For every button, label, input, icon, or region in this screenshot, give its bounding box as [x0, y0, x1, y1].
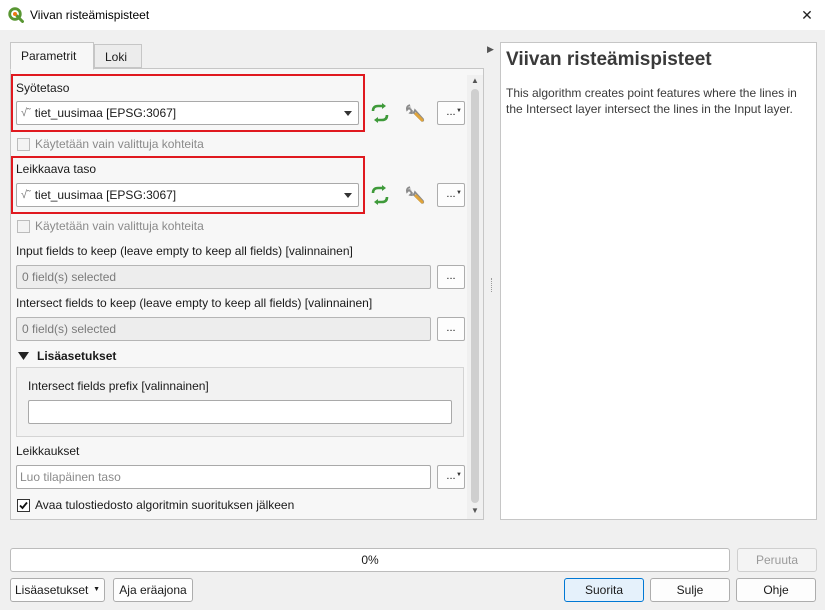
intersect-fields-label: Intersect fields to keep (leave empty to… — [16, 296, 373, 310]
tab-parameters[interactable]: Parametrit — [10, 42, 94, 70]
line-layer-icon: √˜ — [21, 107, 31, 119]
window-title: Viivan risteämispisteet — [30, 8, 150, 22]
collapse-help-icon[interactable]: ▶ — [487, 44, 494, 55]
intersect-layer-settings-button[interactable] — [402, 182, 428, 208]
parameters-panel — [10, 68, 484, 520]
advanced-menu-button[interactable]: Lisäasetukset ▼ — [10, 578, 105, 602]
iterate-input-button[interactable] — [367, 100, 393, 126]
advanced-menu-label: Lisäasetukset — [15, 583, 89, 597]
intersect-layer-value: tiet_uusimaa [EPSG:3067] — [34, 188, 177, 202]
chevron-down-icon — [344, 111, 352, 116]
intersect-selected-only-label: Käytetään vain valittuja kohteita — [35, 219, 204, 233]
qgis-logo-icon — [8, 7, 24, 26]
intersect-layer-more-button[interactable]: ... ▼ — [437, 183, 465, 207]
chevron-down-icon: ▼ — [93, 586, 100, 593]
input-layer-settings-button[interactable] — [402, 100, 428, 126]
panel-splitter[interactable] — [491, 278, 493, 292]
prefix-label: Intersect fields prefix [valinnainen] — [28, 379, 209, 393]
progress-bar: 0% — [10, 548, 730, 572]
input-fields-label: Input fields to keep (leave empty to kee… — [16, 244, 353, 258]
iterate-icon — [371, 103, 389, 123]
more-label: ... — [446, 188, 456, 200]
input-layer-value: tiet_uusimaa [EPSG:3067] — [34, 106, 177, 120]
chevron-down-icon — [344, 193, 352, 198]
help-text: This algorithm creates point features wh… — [506, 86, 797, 116]
input-layer-combo[interactable]: √˜ tiet_uusimaa [EPSG:3067] — [16, 101, 359, 125]
open-output-checkbox[interactable] — [17, 499, 30, 512]
small-arrow-icon: ▼ — [456, 108, 462, 114]
title-bar: Viivan risteämispisteet ✕ — [0, 0, 825, 30]
intersect-fields-more-button[interactable]: ... — [437, 317, 465, 341]
small-arrow-icon: ▼ — [456, 190, 462, 196]
tab-log[interactable]: Loki — [94, 44, 142, 68]
parameters-scrollbar[interactable]: ▲ ▼ — [467, 75, 483, 519]
iterate-icon — [371, 185, 389, 205]
intersect-fields-value[interactable]: 0 field(s) selected — [16, 317, 431, 341]
input-selected-only-checkbox[interactable] — [17, 138, 30, 151]
scroll-up-icon[interactable]: ▲ — [471, 76, 479, 85]
intersect-layer-label: Leikkaava taso — [16, 162, 97, 176]
more-label: ... — [446, 470, 456, 482]
help-title: Viivan risteämispisteet — [506, 49, 712, 70]
output-more-button[interactable]: ... ▼ — [437, 465, 465, 489]
batch-button[interactable]: Aja eräajona — [113, 578, 193, 602]
help-button[interactable]: Ohje — [736, 578, 816, 602]
more-label: ... — [446, 270, 456, 282]
advanced-label: Lisäasetukset — [37, 349, 117, 363]
input-fields-value[interactable]: 0 field(s) selected — [16, 265, 431, 289]
more-label: ... — [446, 106, 456, 118]
output-label: Leikkaukset — [16, 444, 80, 458]
intersect-layer-combo[interactable]: √˜ tiet_uusimaa [EPSG:3067] — [16, 183, 359, 207]
intersect-selected-only-checkbox[interactable] — [17, 220, 30, 233]
prefix-input[interactable] — [28, 400, 452, 424]
more-label: ... — [446, 322, 456, 334]
small-arrow-icon: ▼ — [456, 472, 462, 478]
help-panel: Viivan risteämispisteet This algorithm c… — [500, 42, 817, 520]
scroll-down-icon[interactable]: ▼ — [471, 506, 479, 515]
close-button[interactable]: Sulje — [650, 578, 730, 602]
progress-label: 0% — [361, 553, 379, 567]
open-output-label: Avaa tulostiedosto algoritmin suoritukse… — [35, 498, 295, 512]
output-input[interactable]: Luo tilapäinen taso — [16, 465, 431, 489]
scrollbar-thumb[interactable] — [471, 89, 479, 503]
close-icon: ✕ — [801, 6, 813, 23]
iterate-intersect-button[interactable] — [367, 182, 393, 208]
run-button[interactable]: Suorita — [564, 578, 644, 602]
line-layer-icon: √˜ — [21, 189, 31, 201]
input-selected-only-label: Käytetään vain valittuja kohteita — [35, 137, 204, 151]
wrench-icon — [406, 186, 425, 204]
cancel-button[interactable]: Peruuta — [737, 548, 817, 572]
input-fields-more-button[interactable]: ... — [437, 265, 465, 289]
triangle-down-icon — [18, 352, 29, 360]
close-window-button[interactable]: ✕ — [789, 0, 825, 30]
checkmark-icon — [19, 501, 28, 510]
input-layer-more-button[interactable]: ... ▼ — [437, 101, 465, 125]
input-layer-label: Syötetaso — [16, 81, 70, 95]
wrench-icon — [406, 104, 425, 122]
